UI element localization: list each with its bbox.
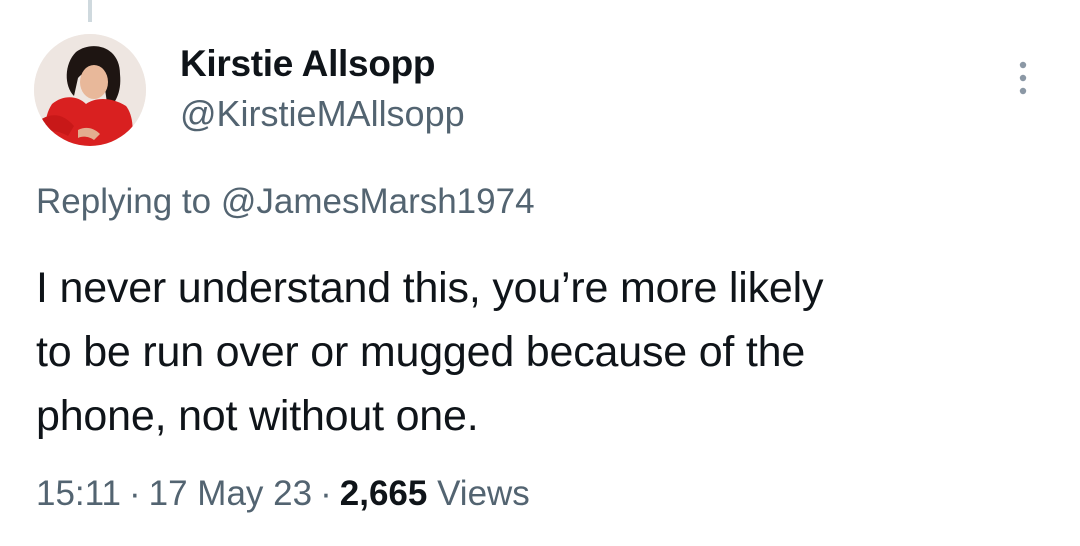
views-count: 2,665: [339, 474, 428, 513]
tweet-text: I never understand this, you’re more lik…: [36, 264, 824, 440]
tweet-time[interactable]: 15:11: [36, 474, 121, 513]
tweet-date[interactable]: 17 May 23: [149, 474, 312, 513]
replying-to-line: Replying to @JamesMarsh1974: [36, 180, 535, 224]
more-options-button[interactable]: [1006, 56, 1040, 100]
meta-separator: ·: [320, 474, 332, 513]
tweet-card: Kirstie Allsopp @KirstieMAllsopp Replyin…: [0, 0, 1080, 546]
author-display-name[interactable]: Kirstie Allsopp: [180, 42, 436, 86]
avatar[interactable]: [34, 34, 146, 146]
thread-connector-line: [88, 0, 92, 22]
replying-to-handle-link[interactable]: @JamesMarsh1974: [221, 182, 535, 221]
meta-separator: ·: [129, 474, 141, 513]
tweet-metadata: 15:11 · 17 May 23 · 2,665 Views: [36, 470, 530, 518]
replying-to-label: Replying to: [36, 182, 221, 221]
views-label: Views: [437, 474, 530, 513]
avatar-photo: [34, 34, 146, 146]
more-vertical-icon: [1019, 61, 1027, 95]
author-handle[interactable]: @KirstieMAllsopp: [180, 92, 465, 136]
